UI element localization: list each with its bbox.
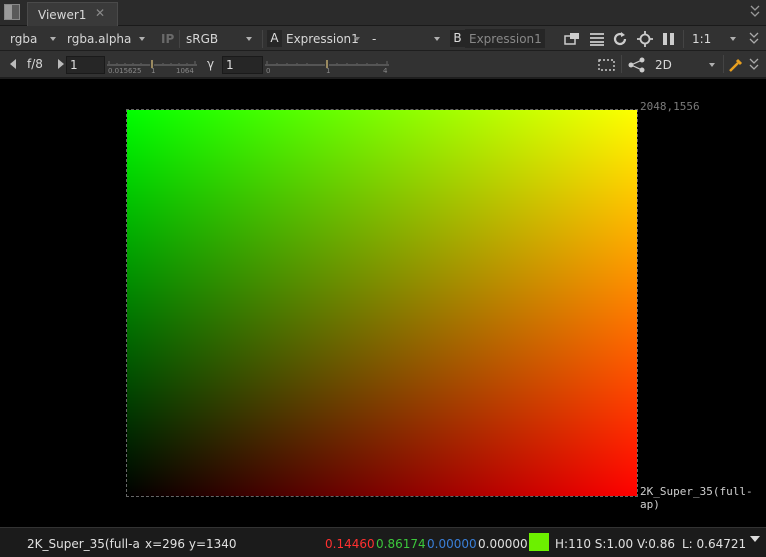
- chevron-down-icon: [354, 37, 360, 41]
- divider: [621, 55, 622, 73]
- status-green-value: 0.86174: [376, 537, 426, 551]
- zoom-value: 1:1: [692, 32, 712, 46]
- status-luminance: L: 0.64721: [682, 537, 747, 551]
- status-hsv: H:110 S:1.00 V:0.86: [555, 537, 675, 551]
- status-menu-icon[interactable]: [750, 536, 760, 542]
- overflow-icon[interactable]: [750, 5, 760, 19]
- status-blue-value: 0.00000: [427, 537, 477, 551]
- fstop-decrease-icon[interactable]: [10, 59, 16, 69]
- gain-tick-min: 0.015625: [108, 67, 142, 75]
- compare-mode-dropdown[interactable]: -: [368, 29, 444, 48]
- format-corner-label: 2048,1556: [640, 100, 700, 113]
- color-picker-icon[interactable]: [728, 57, 744, 73]
- overflow-icon[interactable]: [748, 58, 764, 74]
- overflow-icon[interactable]: [748, 32, 764, 48]
- divider: [723, 55, 724, 73]
- gamma-tick-mid: 1: [326, 67, 331, 75]
- tab-bar: Viewer1 ✕: [0, 0, 766, 26]
- channels-value: rgba: [10, 32, 38, 46]
- channels-dropdown[interactable]: rgba: [6, 29, 60, 48]
- status-alpha-value: 0.00000: [478, 537, 528, 551]
- chevron-down-icon: [730, 37, 736, 41]
- refresh-icon[interactable]: [612, 31, 628, 47]
- a-input-dropdown[interactable]: Expression1: [282, 29, 364, 48]
- b-input-dropdown[interactable]: Expression1: [465, 29, 545, 48]
- status-red-value: 0.14460: [325, 537, 375, 551]
- chevron-down-icon: [246, 37, 252, 41]
- chevron-down-icon: [139, 37, 145, 41]
- divider: [179, 30, 180, 48]
- status-format: 2K_Super_35(full-a: [27, 537, 140, 551]
- node-graph-icon[interactable]: [627, 57, 645, 73]
- viewer-toolbar-bottom: f/8 1 0.015625 1 1064 γ 1 0 1 4 2D: [0, 51, 766, 78]
- b-input-value: Expression1: [469, 32, 542, 46]
- a-input-label[interactable]: A: [267, 30, 282, 47]
- gain-tick-max: 1064: [176, 67, 194, 75]
- chevron-down-icon: [709, 63, 715, 67]
- viewer-canvas[interactable]: 2048,1556 2K_Super_35(full-ap): [0, 79, 766, 527]
- settings-icon[interactable]: [637, 31, 653, 47]
- zoom-dropdown[interactable]: 1:1: [688, 29, 740, 48]
- gain-slider[interactable]: 0.015625 1 1064: [107, 56, 197, 75]
- wipe-icon[interactable]: [589, 31, 605, 47]
- colorspace-value: sRGB: [186, 32, 219, 46]
- alpha-channel-dropdown[interactable]: rgba.alpha: [63, 29, 149, 48]
- image-gradient-green: [127, 110, 637, 496]
- alpha-channel-value: rgba.alpha: [67, 32, 132, 46]
- divider: [683, 30, 684, 48]
- fstop-label[interactable]: f/8: [27, 57, 43, 71]
- b-input-label[interactable]: B: [450, 30, 465, 47]
- gamma-tick-min: 0: [266, 67, 271, 75]
- status-coords: x=296 y=1340: [145, 537, 237, 551]
- gamma-input[interactable]: 1: [222, 56, 263, 74]
- status-bar: 2K_Super_35(full-a x=296 y=1340 0.14460 …: [0, 527, 766, 557]
- region-select-icon[interactable]: [598, 57, 615, 73]
- colorspace-dropdown[interactable]: sRGB: [182, 29, 256, 48]
- close-icon[interactable]: ✕: [95, 6, 105, 20]
- gamma-tick-max: 4: [383, 67, 388, 75]
- roi-icon[interactable]: [564, 31, 580, 47]
- viewer-toolbar-top: rgba rgba.alpha IP sRGB A Expression1 - …: [0, 26, 766, 51]
- chevron-down-icon: [50, 37, 56, 41]
- viewer-tab-icon[interactable]: [4, 4, 20, 20]
- tab-viewer1[interactable]: Viewer1 ✕: [27, 2, 118, 26]
- fstop-increase-icon[interactable]: [58, 59, 64, 69]
- gamma-slider[interactable]: 0 1 4: [265, 56, 389, 75]
- gain-tick-mid: 1: [151, 67, 156, 75]
- gamma-label: γ: [207, 57, 215, 71]
- view-mode-dropdown[interactable]: 2D: [651, 55, 719, 74]
- a-input-value: Expression1: [286, 32, 359, 46]
- view-mode-value: 2D: [655, 58, 672, 72]
- tab-label: Viewer1: [38, 8, 87, 22]
- input-process-toggle[interactable]: IP: [161, 32, 174, 46]
- compare-mode-value: -: [372, 32, 377, 46]
- divider: [262, 30, 263, 48]
- gain-input[interactable]: 1: [66, 56, 105, 74]
- rendered-image[interactable]: [126, 109, 638, 497]
- chevron-down-icon: [434, 37, 440, 41]
- color-swatch: [529, 533, 549, 551]
- format-name-label: 2K_Super_35(full-ap): [640, 485, 753, 511]
- pause-icon[interactable]: [661, 31, 677, 47]
